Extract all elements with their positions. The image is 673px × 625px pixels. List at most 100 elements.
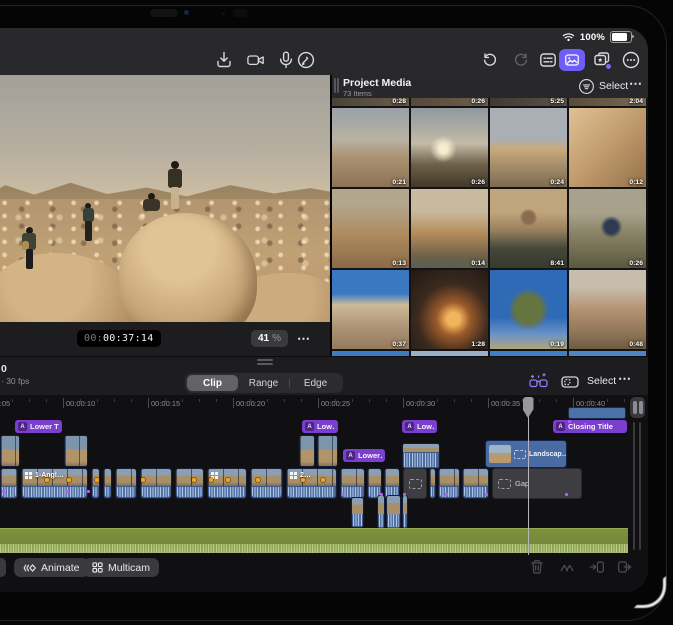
media-thumbnail[interactable]: 0:26 [569,189,646,268]
clip-marker[interactable] [256,478,260,482]
title-clip[interactable]: ALow… [302,420,338,433]
multicam-clip[interactable]: 1-Angl… [21,468,88,499]
media-thumbnail[interactable]: 0:21 [332,108,409,187]
clip-marker[interactable] [321,478,325,482]
connected-clip-landscape[interactable]: Landscap… [485,440,567,468]
connection-dot [87,490,90,493]
music-track[interactable] [0,528,628,553]
timecode-display[interactable]: 00:00:37:14 [77,330,161,347]
title-clip[interactable]: ALow… [402,420,437,433]
clip-marker[interactable] [301,478,305,482]
undo-button[interactable] [480,50,500,70]
media-thumbnail-partial[interactable]: 2:04 [569,98,646,106]
video-clip[interactable] [103,468,112,499]
multicam-clip[interactable] [207,468,247,499]
media-select-button[interactable]: Select [599,80,628,92]
timeline-resize-handle[interactable] [257,359,273,366]
gap-clip[interactable]: Gap [492,468,582,499]
animate-button[interactable]: Animate [14,558,89,577]
video-clip[interactable] [250,468,283,499]
blade-button[interactable] [558,558,576,576]
media-thumbnail[interactable]: 0:13 [332,189,409,268]
media-thumbnail-partial[interactable]: 5:25 [490,98,567,106]
track-height-control[interactable] [630,397,645,418]
connected-clip-below[interactable] [386,495,401,529]
clip-marker[interactable] [141,478,145,482]
video-clip[interactable] [429,468,436,499]
media-thumbnail[interactable]: 0:37 [332,270,409,349]
media-thumbnail-partial[interactable]: 0:28 [332,98,409,106]
viewer-control-bar: 00:00:37:14 41 % ⋯ [0,322,330,356]
video-clip[interactable] [115,468,137,499]
media-thumbnail[interactable]: 0:24 [490,108,567,187]
media-thumbnail[interactable]: 1:28 [411,270,488,349]
connected-clip[interactable] [64,435,88,467]
clip-marker[interactable] [67,478,71,482]
clip-marker[interactable] [209,478,213,482]
media-thumbnail[interactable]: 0:48 [569,270,646,349]
timeline-vertical-scrollbar-track[interactable] [639,422,641,550]
redo-button[interactable] [511,50,531,70]
playhead-line[interactable] [528,416,530,555]
insert-button[interactable] [616,558,634,576]
more-ellipsis-icon [621,50,641,70]
media-thumbnail[interactable]: 0:26 [411,108,488,187]
media-thumbnail[interactable]: 8:41 [490,189,567,268]
viewer-zoom-control[interactable]: 41 % [251,330,288,347]
video-clip[interactable] [175,468,204,499]
video-clip[interactable] [438,468,460,499]
music-waveform [0,544,628,553]
filter-button[interactable] [578,78,595,95]
clip-marker[interactable] [192,478,196,482]
media-browser-button[interactable] [559,49,585,71]
media-thumbnail[interactable]: 0:12 [569,108,646,187]
multicam-clip[interactable]: 2… [286,468,337,499]
playhead-handle[interactable] [523,397,534,418]
connected-clip[interactable] [299,435,315,467]
title-clip[interactable]: AClosing Title [553,420,627,433]
multicam-button[interactable]: Multicam [83,558,159,577]
panel-grip2[interactable] [337,78,339,93]
video-clip[interactable] [91,468,100,499]
viewer-more-button[interactable]: ⋯ [297,331,311,347]
mode-edge[interactable]: Edge [290,375,341,391]
clip-select-tool-button[interactable] [560,372,580,392]
connected-clip-below[interactable] [377,495,385,529]
inspector-toggle-button[interactable] [538,50,558,70]
camera-button[interactable] [246,50,266,70]
connected-clip-below[interactable] [351,497,364,528]
collapse-button-partial[interactable] [0,558,6,577]
mode-clip[interactable]: Clip [187,375,238,391]
gap-clip[interactable]: G… [403,468,427,499]
media-thumbnail[interactable]: 0:19 [490,270,567,349]
video-clip[interactable] [0,468,18,499]
panel-grip[interactable] [334,78,336,93]
clip-marker[interactable] [95,478,99,482]
import-button[interactable] [214,50,234,70]
clip-marker[interactable] [226,478,230,482]
overwrite-button[interactable] [588,558,606,576]
video-clip[interactable] [140,468,172,499]
connected-clip[interactable] [317,435,338,467]
media-thumbnail-partial[interactable]: 0:26 [411,98,488,106]
viewer-video-frame[interactable] [0,75,330,322]
clip-marker[interactable] [45,478,49,482]
clip-waveform [379,514,383,527]
enhance-tools-button[interactable] [528,371,549,392]
delete-clip-button[interactable] [528,558,546,576]
media-more-button[interactable]: ⋯ [629,76,643,92]
title-clip[interactable]: ALower… [343,449,385,462]
timeline-vertical-scrollbar[interactable] [633,422,635,550]
media-thumbnail[interactable]: 0:14 [411,189,488,268]
connected-clip-bar[interactable] [568,407,626,419]
timeline-select-button[interactable]: Select [587,375,616,387]
connected-clip[interactable] [0,435,20,467]
title-clip[interactable]: ALower T… [15,420,62,433]
connected-clip-below[interactable] [402,495,408,529]
connected-clip-audio[interactable] [402,443,440,469]
timeline-more-button[interactable]: ⋯ [618,371,632,387]
mode-range[interactable]: Range [238,375,289,391]
annotate-button[interactable] [296,50,316,70]
voiceover-button[interactable] [276,50,296,70]
more-button[interactable] [621,50,641,70]
